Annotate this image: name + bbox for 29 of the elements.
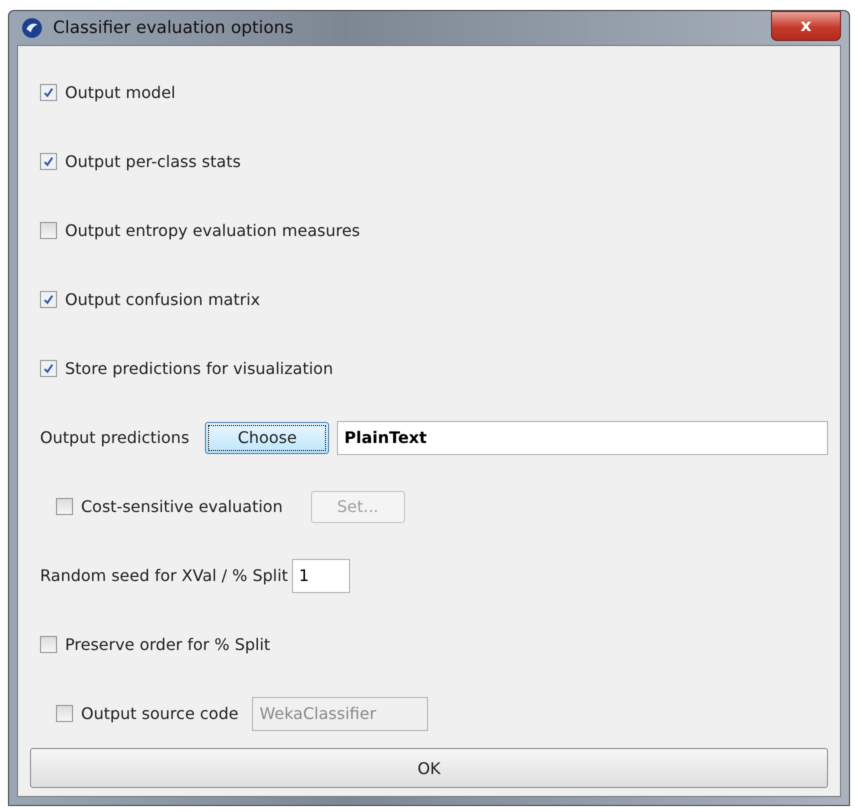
choose-button[interactable]: Choose: [205, 422, 330, 454]
option-label: Output per-class stats: [65, 152, 241, 171]
random-seed-label: Random seed for XVal / % Split: [40, 566, 288, 585]
checkbox[interactable]: [40, 84, 57, 101]
option-label: Output model: [65, 83, 176, 102]
seed-field[interactable]: 1: [292, 558, 350, 592]
checkbox[interactable]: [40, 222, 57, 239]
checkmark-icon: [43, 363, 54, 374]
window-title: Classifier evaluation options: [53, 18, 294, 38]
option-label: Output entropy evaluation measures: [65, 221, 360, 240]
option-label: Preserve order for % Split: [65, 635, 270, 654]
checkbox[interactable]: [56, 498, 73, 515]
checkmark-icon: [43, 87, 54, 98]
output-predictions-label: Output predictions: [40, 428, 190, 447]
ok-button[interactable]: OK: [30, 748, 828, 788]
checkbox[interactable]: [40, 636, 57, 653]
option-label: Cost-sensitive evaluation: [81, 497, 283, 516]
checkmark-icon: [43, 156, 54, 167]
checkbox[interactable]: [56, 705, 73, 722]
option-label: Output confusion matrix: [65, 290, 260, 309]
checkbox[interactable]: [40, 360, 57, 377]
close-button[interactable]: x: [771, 11, 841, 41]
option-label: Output source code: [81, 704, 238, 723]
app-icon: [21, 17, 43, 39]
checkbox[interactable]: [40, 153, 57, 170]
predictions-field[interactable]: PlainText: [337, 420, 828, 454]
checkmark-icon: [43, 294, 54, 305]
option-label: Store predictions for visualization: [65, 359, 334, 378]
checkbox[interactable]: [40, 291, 57, 308]
